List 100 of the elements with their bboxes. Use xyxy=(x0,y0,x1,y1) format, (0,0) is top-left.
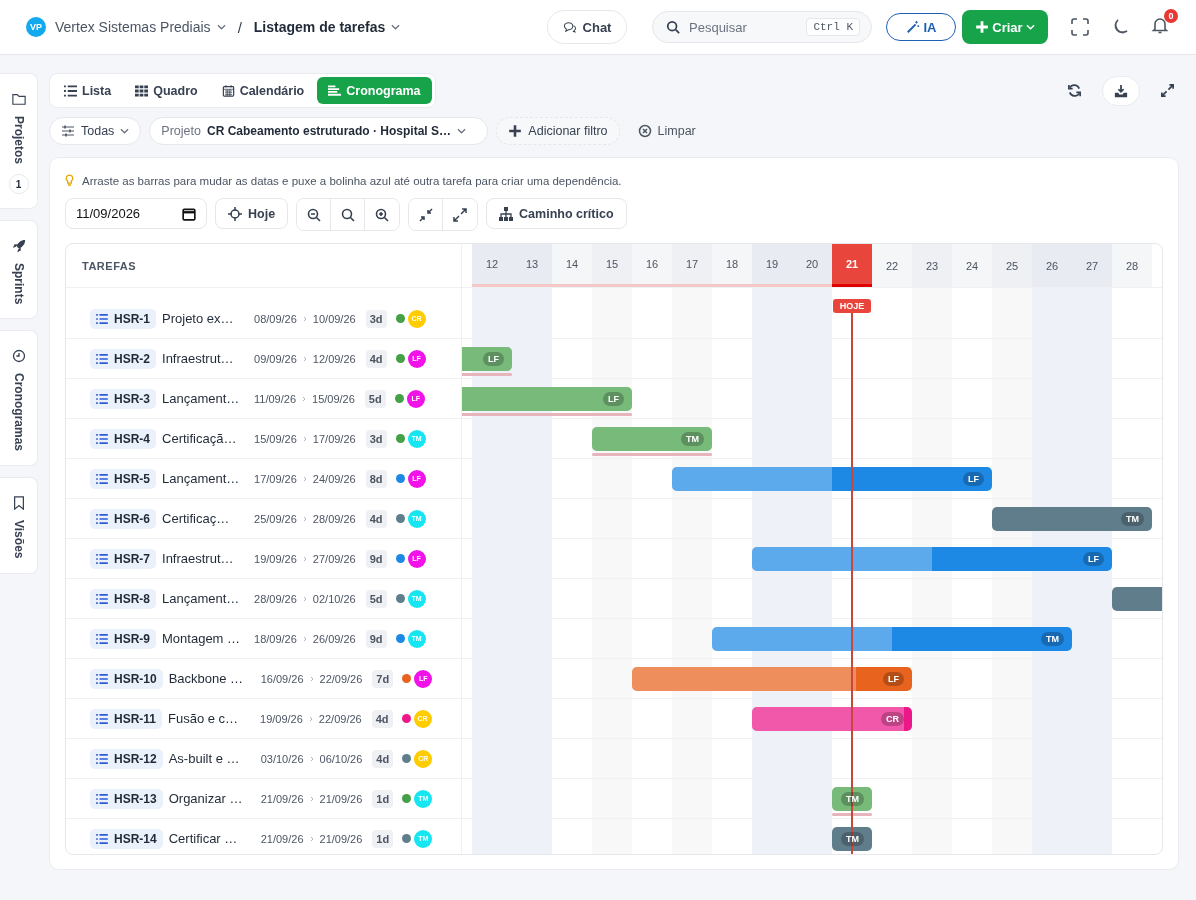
task-name[interactable]: Lançament… xyxy=(162,391,254,406)
assignee-label: TM xyxy=(681,432,704,446)
task-name[interactable]: Projeto ex… xyxy=(162,311,254,326)
day-header: 19 xyxy=(752,244,792,287)
task-id[interactable]: HSR-2 xyxy=(90,348,156,369)
day-header: 28 xyxy=(1112,244,1152,287)
caret-icon[interactable] xyxy=(457,128,466,134)
assignee-label: LF xyxy=(1083,552,1104,566)
workspace-switcher[interactable]: Vertex Sistemas Prediais xyxy=(55,19,211,35)
list-icon xyxy=(96,673,108,684)
task-id[interactable]: HSR-7 xyxy=(90,548,156,569)
start-date: 25/09/26 xyxy=(254,512,297,525)
zoom-in-icon xyxy=(375,207,390,222)
task-bar[interactable]: CR xyxy=(752,707,912,731)
date-field[interactable]: 11/09/2026 xyxy=(65,198,207,229)
task-name[interactable]: Certificar … xyxy=(168,831,261,846)
clear-button[interactable]: Limpar xyxy=(631,123,702,139)
grid-icon xyxy=(135,84,149,97)
end-date: 21/09/26 xyxy=(319,832,363,845)
task-id[interactable]: HSR-3 xyxy=(90,388,156,409)
scope-filter[interactable]: Todas xyxy=(49,117,142,145)
duration-badge: 8d xyxy=(365,469,387,488)
duration-badge: 5d xyxy=(364,389,386,408)
assignee-label: CR xyxy=(881,712,904,726)
assignee-label: LF xyxy=(883,672,904,686)
day-header: 25 xyxy=(992,244,1032,287)
task-name[interactable]: Infraestrut… xyxy=(162,551,254,566)
project-filter[interactable]: Projeto CR Cabeamento estruturado · Hospital S… xyxy=(149,117,489,145)
bell-icon[interactable] xyxy=(1150,15,1170,35)
list-icon xyxy=(64,84,77,97)
timeline-icon xyxy=(328,84,342,97)
sidebar-tab[interactable]: Visões xyxy=(0,477,38,574)
view-tab[interactable]: Lista xyxy=(53,77,123,104)
task-bar[interactable]: TM xyxy=(992,507,1152,531)
duration-badge: 4d xyxy=(365,509,387,528)
start-date: 15/09/26 xyxy=(254,432,297,445)
task-name[interactable]: Infraestrut… xyxy=(162,351,254,366)
task-id[interactable]: HSR-5 xyxy=(90,468,156,489)
task-name[interactable]: Fusão e c… xyxy=(168,711,261,726)
duration-badge: 7d xyxy=(372,669,394,688)
task-id[interactable]: HSR-4 xyxy=(90,428,156,449)
task-id[interactable]: HSR-1 xyxy=(90,308,156,329)
view-tab[interactable]: Quadro xyxy=(124,77,209,104)
sidebar-tab[interactable]: Cronogramas xyxy=(0,330,38,467)
fullscreen-icon[interactable] xyxy=(1070,17,1090,37)
task-bar[interactable]: LF xyxy=(462,387,632,411)
task-bar[interactable]: TM xyxy=(832,827,872,851)
task-name[interactable]: As-built e … xyxy=(168,751,261,766)
zoom-out-button[interactable] xyxy=(297,199,332,230)
task-id[interactable]: HSR-14 xyxy=(90,828,163,849)
task-id[interactable]: HSR-13 xyxy=(90,788,163,809)
task-name[interactable]: Montagem … xyxy=(162,631,254,646)
duration-badge: 4d xyxy=(365,349,387,368)
caret-icon[interactable] xyxy=(216,24,226,30)
sidebar-tab[interactable]: Projetos 1 xyxy=(0,73,38,209)
end-date: 22/09/26 xyxy=(319,672,363,685)
collapse-button[interactable] xyxy=(409,199,444,230)
task-bar[interactable]: LF xyxy=(462,347,512,371)
sidebar-tab[interactable]: Sprints xyxy=(0,220,38,320)
today-button[interactable]: Hoje xyxy=(215,198,289,229)
task-id[interactable]: HSR-6 xyxy=(90,508,156,529)
refresh-icon[interactable] xyxy=(1067,83,1082,98)
task-id[interactable]: HSR-8 xyxy=(90,588,156,609)
list-icon xyxy=(96,593,108,604)
task-name[interactable]: Lançament… xyxy=(162,591,254,606)
task-id[interactable]: HSR-9 xyxy=(90,628,156,649)
task-bar[interactable]: LF xyxy=(632,667,912,691)
view-tab[interactable]: Calendário xyxy=(210,77,316,104)
task-id[interactable]: HSR-10 xyxy=(90,668,163,689)
task-name[interactable]: Backbone … xyxy=(168,671,261,686)
task-bar[interactable]: TM xyxy=(592,427,712,451)
ai-button[interactable]: IA xyxy=(886,13,956,41)
page-title[interactable]: Listagem de tarefas xyxy=(253,19,386,35)
chevron-icon xyxy=(302,355,307,362)
task-bar[interactable]: LF xyxy=(752,547,1112,571)
start-date: 17/09/26 xyxy=(254,472,297,485)
task-id[interactable]: HSR-11 xyxy=(90,708,163,729)
task-name[interactable]: Certificaçã… xyxy=(162,431,254,446)
end-date: 27/09/26 xyxy=(312,552,356,565)
task-name[interactable]: Organizar … xyxy=(168,791,261,806)
task-bar[interactable]: LF xyxy=(672,467,992,491)
chat-button[interactable]: Chat xyxy=(547,10,627,44)
crosshair-icon xyxy=(228,206,242,221)
task-name[interactable]: Lançament… xyxy=(162,471,254,486)
start-date: 19/09/26 xyxy=(254,552,297,565)
chevron-icon xyxy=(302,395,307,402)
task-bar[interactable]: TM xyxy=(712,627,1072,651)
assignee-label: TM xyxy=(1041,632,1064,646)
add-filter-button[interactable]: Adicionar filtro xyxy=(496,117,620,145)
task-name[interactable]: Certificaç… xyxy=(162,511,254,526)
workspace-logo: VP xyxy=(26,17,46,37)
filter-value: CR Cabeamento estruturado · Hospital S… xyxy=(206,124,451,138)
task-id[interactable]: HSR-12 xyxy=(90,748,163,769)
duration-badge: 1d xyxy=(372,789,394,808)
critical-path-button[interactable]: Caminho crítico xyxy=(486,198,627,229)
end-date: 10/09/26 xyxy=(312,312,356,325)
chevron-icon xyxy=(302,555,307,562)
download-button[interactable] xyxy=(1102,75,1140,106)
caret-icon[interactable] xyxy=(391,24,401,30)
expand-icon[interactable] xyxy=(1160,83,1175,98)
